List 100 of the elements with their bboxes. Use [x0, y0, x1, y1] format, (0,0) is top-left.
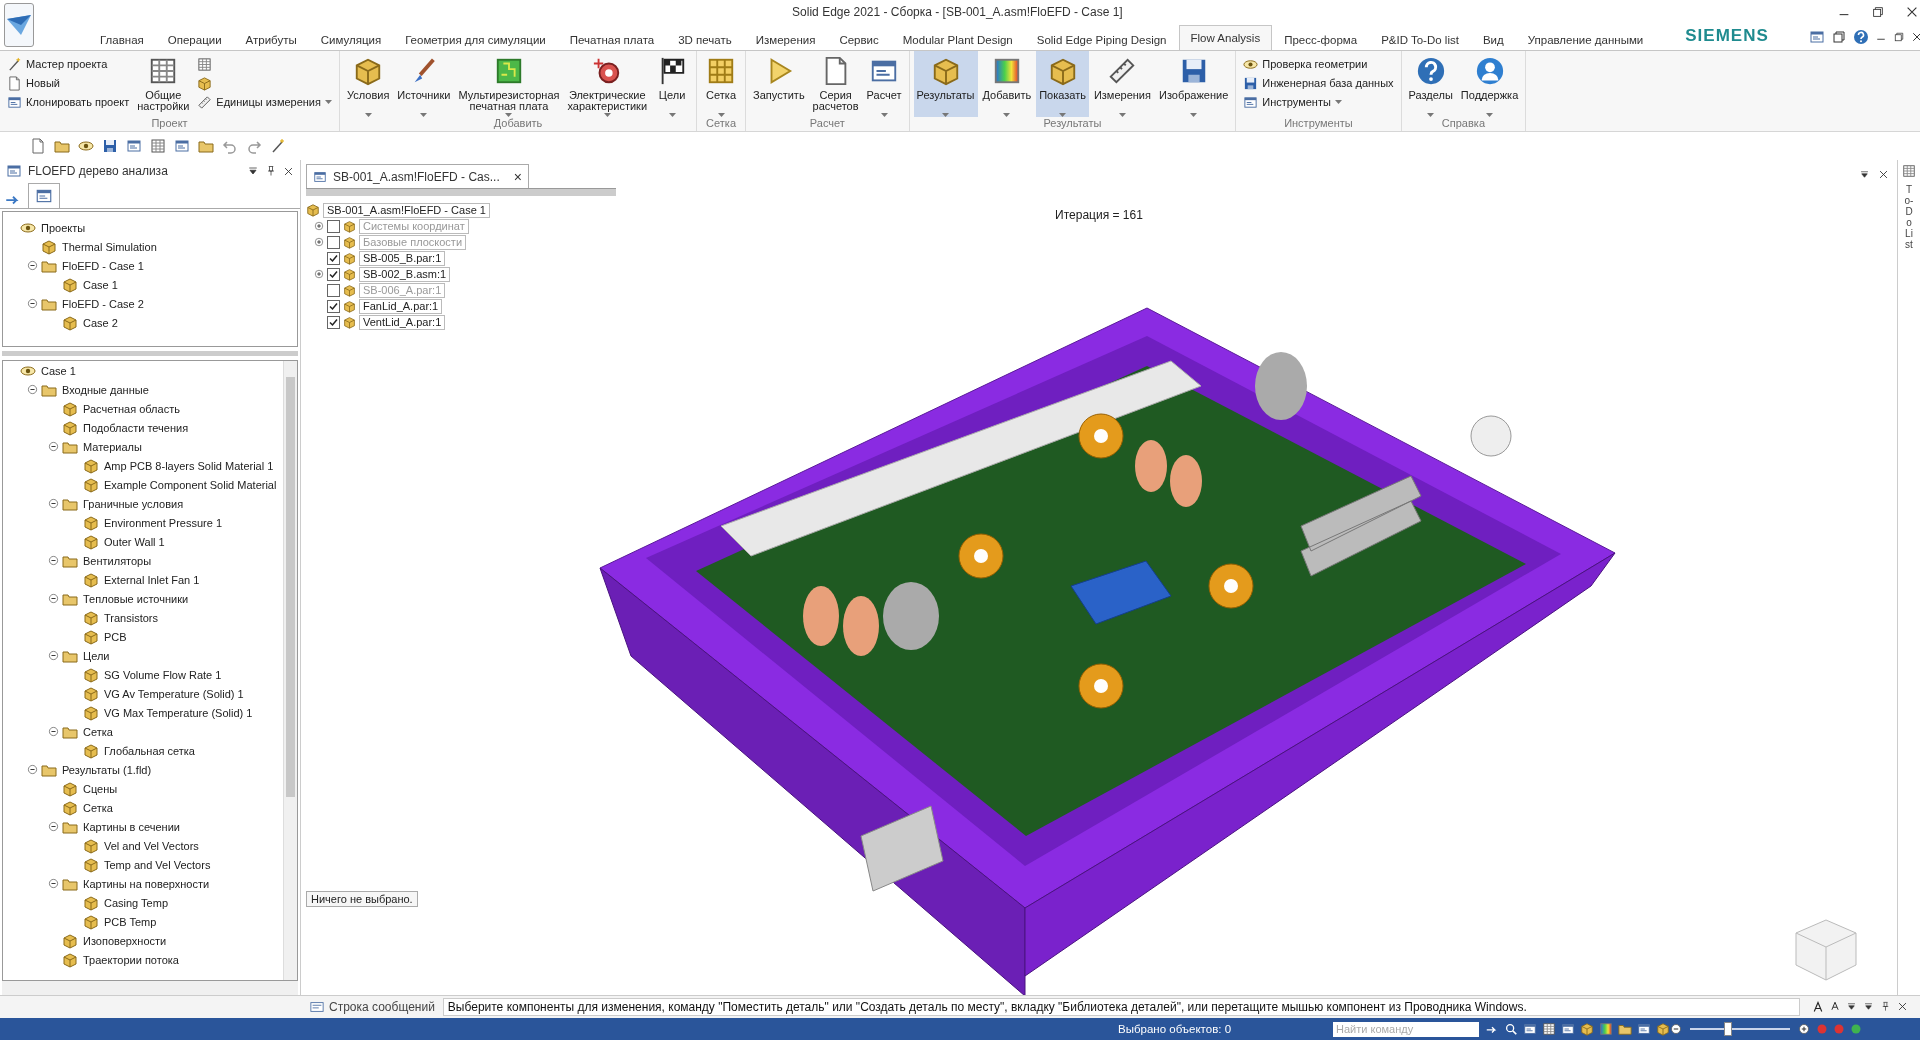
tree-item[interactable]: Входные данные: [60, 382, 151, 397]
tree-item[interactable]: VG Av Temperature (Solid) 1: [102, 686, 246, 701]
search-icon[interactable]: [1504, 1022, 1518, 1036]
minus-icon[interactable]: [1670, 1023, 1682, 1035]
close-icon[interactable]: [1897, 1001, 1908, 1012]
ribbon-button[interactable]: Мультирезисторная печатная плата: [455, 51, 563, 117]
ribbon-button[interactable]: Изображение: [1155, 51, 1232, 117]
tree-item[interactable]: Граничные условия: [81, 496, 186, 511]
plus-icon[interactable]: [314, 269, 324, 279]
plus-icon[interactable]: [314, 237, 324, 247]
cube-icon[interactable]: [1580, 1022, 1594, 1036]
checkbox[interactable]: [327, 219, 340, 233]
document-tab[interactable]: SB-001_A.asm!FloEFD - Cas... ×: [306, 164, 529, 188]
document-icon[interactable]: [30, 138, 46, 154]
tree-item[interactable]: Example Component Solid Material: [102, 477, 279, 492]
minus-icon[interactable]: [48, 821, 59, 832]
tree-item[interactable]: FanLid_A.par:1: [359, 298, 443, 314]
redo-icon[interactable]: [246, 138, 262, 154]
scrollbar[interactable]: [2, 981, 298, 995]
tree-item[interactable]: SB-002_B.asm:1: [359, 266, 451, 282]
tree-item[interactable]: SG Volume Flow Rate 1: [102, 667, 224, 682]
table-icon[interactable]: [1542, 1022, 1556, 1036]
plus-icon[interactable]: [1798, 1023, 1810, 1035]
ribbon-button[interactable]: Электрические характеристики: [564, 51, 651, 117]
minus-icon[interactable]: [27, 260, 38, 271]
wand-icon[interactable]: [270, 138, 286, 154]
tree-item[interactable]: Глобальная сетка: [102, 743, 197, 758]
tree-item[interactable]: Case 1: [81, 277, 120, 292]
dropdown-icon[interactable]: [1846, 1001, 1857, 1012]
ribbon-button[interactable]: Разделы: [1405, 51, 1456, 117]
tree-item[interactable]: Case 2: [81, 315, 120, 330]
tree-item[interactable]: Environment Pressure 1: [102, 515, 224, 530]
ribbon-button[interactable]: Добавить: [979, 51, 1035, 117]
ribbon-button[interactable]: Серия расчетов: [809, 51, 862, 117]
ribbon-button[interactable]: Запустить: [750, 51, 808, 117]
ribbon-tab[interactable]: Modular Plant Design: [890, 28, 1025, 50]
tree-item[interactable]: Картины в сечении: [81, 819, 182, 834]
minus-icon[interactable]: [27, 298, 38, 309]
tree-item[interactable]: Vel and Vel Vectors: [102, 838, 201, 853]
save-icon[interactable]: [102, 138, 118, 154]
window-icon[interactable]: [1523, 1022, 1537, 1036]
ribbon-button[interactable]: Клонировать проект: [4, 93, 133, 111]
ribbon-button[interactable]: Источники: [394, 51, 454, 117]
tree-item[interactable]: Сцены: [81, 781, 120, 796]
ribbon-tab[interactable]: Пресс-форма: [1272, 28, 1370, 50]
ribbon-tab[interactable]: Геометрия для симуляции: [393, 28, 558, 50]
checkbox[interactable]: [327, 315, 340, 329]
app-logo-icon[interactable]: [4, 3, 34, 47]
pin-icon[interactable]: [1880, 1001, 1891, 1012]
minus-icon[interactable]: [27, 384, 38, 395]
minus-icon[interactable]: [48, 441, 59, 452]
circle-icon[interactable]: [1850, 1023, 1862, 1035]
ribbon-tab[interactable]: Печатная плата: [557, 28, 667, 50]
tree-item[interactable]: SB-005_B.par:1: [359, 250, 446, 266]
ribbon-button[interactable]: Новый: [4, 74, 133, 92]
restore-icon[interactable]: [1870, 5, 1885, 19]
tree-item[interactable]: PCB: [102, 629, 129, 644]
close-icon[interactable]: [283, 165, 294, 177]
dropdown-icon[interactable]: [1863, 1001, 1874, 1012]
cube-icon[interactable]: [197, 75, 213, 91]
ribbon-button[interactable]: Мастер проекта: [4, 55, 133, 73]
ribbon-tab[interactable]: 3D печать: [666, 28, 744, 50]
tree-item[interactable]: Цели: [81, 648, 112, 663]
dropdown-icon[interactable]: [247, 165, 259, 177]
minus-icon[interactable]: [48, 555, 59, 566]
ribbon-button[interactable]: Результаты: [913, 51, 978, 117]
tree-item[interactable]: Thermal Simulation: [60, 239, 159, 254]
minus-icon[interactable]: [48, 726, 59, 737]
color-gradient-icon[interactable]: [1599, 1022, 1613, 1036]
tree-item[interactable]: Casing Temp: [102, 895, 170, 910]
tree-item[interactable]: Вентиляторы: [81, 553, 154, 568]
checkbox[interactable]: [327, 251, 340, 265]
tree-item[interactable]: Расчетная область: [81, 401, 182, 416]
window-icon[interactable]: [1561, 1022, 1575, 1036]
tree-item[interactable]: Case 1: [39, 363, 78, 378]
command-search-field[interactable]: Найти команду: [1333, 1021, 1479, 1037]
minus-icon[interactable]: [27, 764, 38, 775]
checkbox[interactable]: [327, 299, 340, 313]
text-size-icon[interactable]: [1830, 1001, 1840, 1011]
window-icon[interactable]: [1808, 29, 1825, 45]
ribbon-button[interactable]: Сетка: [701, 51, 742, 117]
tree-item[interactable]: Amp PCB 8-layers Solid Material 1: [102, 458, 276, 473]
minus-icon[interactable]: [48, 498, 59, 509]
tree-item[interactable]: Transistors: [102, 610, 160, 625]
ribbon-tab[interactable]: Flow Analysis: [1178, 25, 1273, 50]
window-icon[interactable]: [174, 138, 190, 154]
ribbon-button[interactable]: Измерения: [1090, 51, 1154, 117]
pin-icon[interactable]: [265, 165, 277, 177]
ribbon-button[interactable]: Единицы измерения: [194, 93, 335, 111]
tree-item[interactable]: External Inlet Fan 1: [102, 572, 202, 587]
checkbox[interactable]: [327, 283, 340, 297]
ribbon-button[interactable]: Цели: [652, 51, 693, 117]
ribbon-tab[interactable]: Сервис: [827, 28, 891, 50]
scrollbar[interactable]: [283, 361, 297, 980]
checkbox[interactable]: [327, 235, 340, 249]
cube-icon[interactable]: [1656, 1022, 1670, 1036]
tree-item[interactable]: VentLid_A.par:1: [359, 314, 446, 330]
ribbon-tab[interactable]: Вид: [1470, 28, 1516, 50]
ribbon-tab[interactable]: Измерения: [743, 28, 828, 50]
ribbon-button[interactable]: Показать: [1036, 51, 1089, 117]
